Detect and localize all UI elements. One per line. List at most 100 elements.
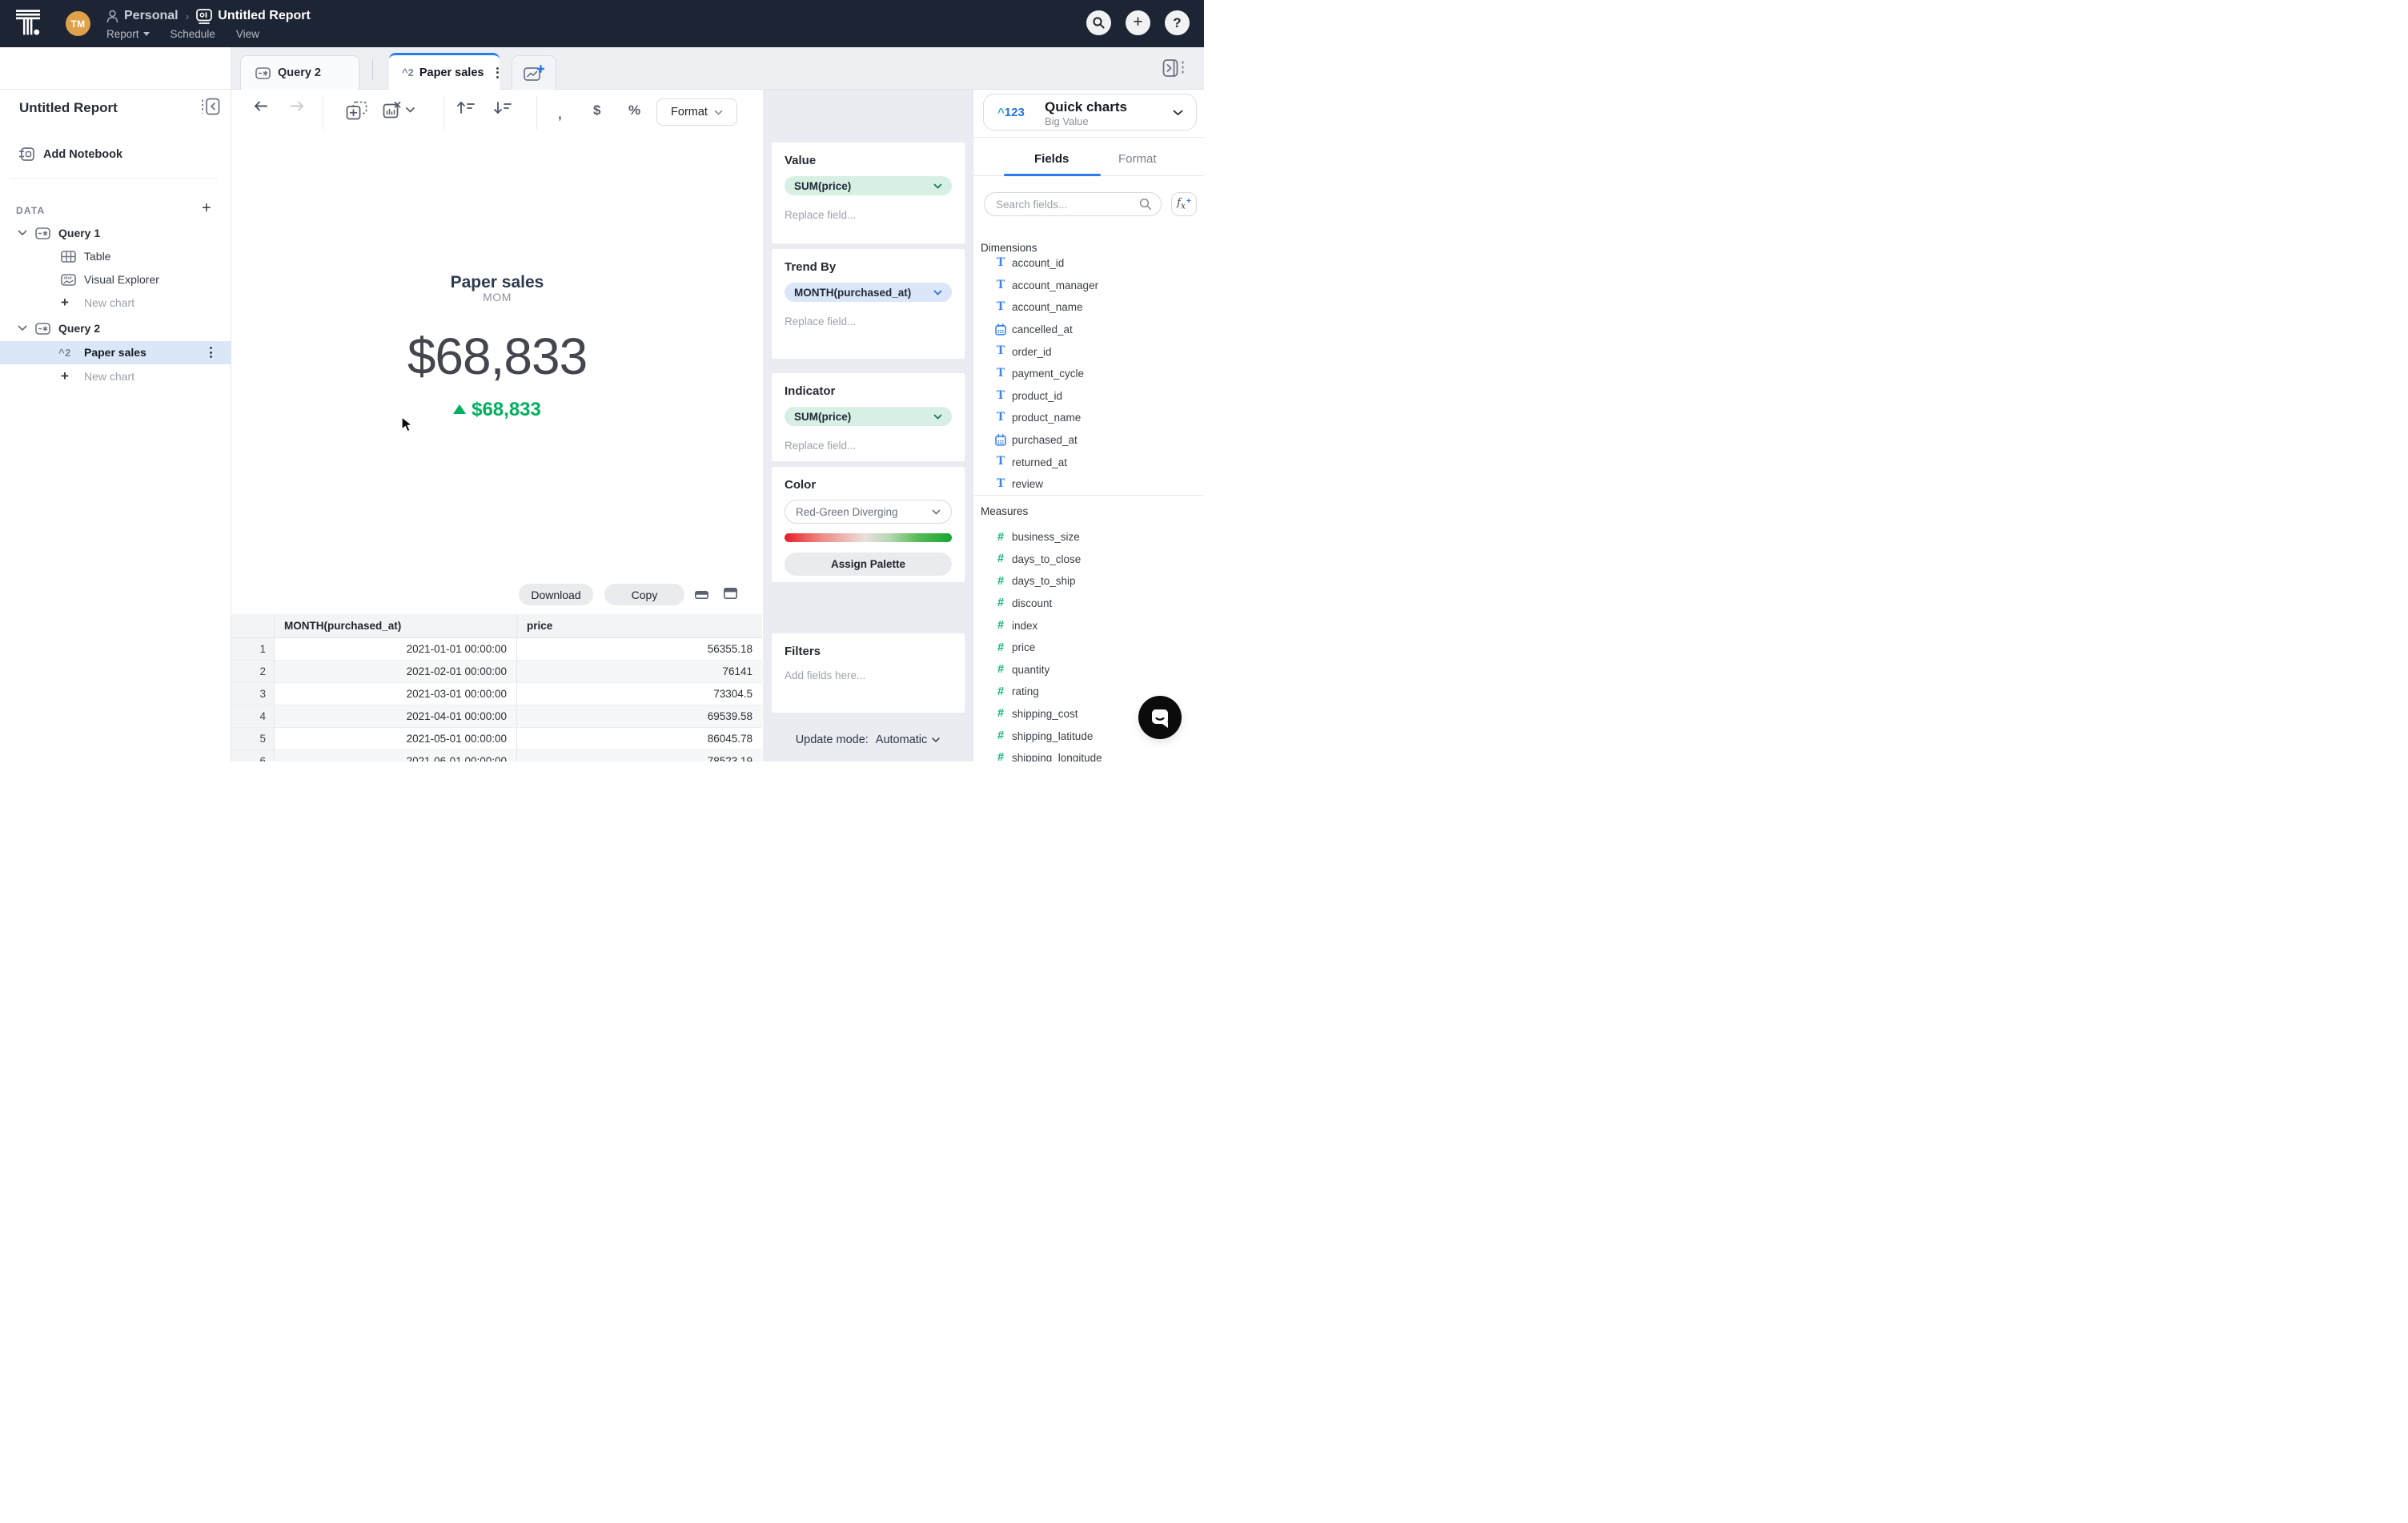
table-row[interactable]: 5 2021-05-01 00:00:00 86045.78 <box>231 727 762 750</box>
currency-format-button[interactable]: $ <box>593 103 600 117</box>
sidebar-item-new-chart-q1[interactable]: + New chart <box>0 291 231 315</box>
sidebar-item-new-chart-q2[interactable]: + New chart <box>0 365 231 388</box>
replace-field-placeholder[interactable]: Replace field... <box>785 440 952 452</box>
table-row[interactable]: 3 2021-03-01 00:00:00 73304.5 <box>231 682 762 705</box>
sidebar-item-table[interactable]: Table <box>0 245 231 268</box>
menu-view[interactable]: View <box>236 28 259 40</box>
column-header-price[interactable]: price <box>516 614 762 638</box>
number-field-icon: # <box>997 530 1005 544</box>
dimension-field-item[interactable]: T product_name <box>973 407 1204 429</box>
palette-select[interactable]: Red-Green Diverging <box>785 500 952 524</box>
chat-bubble-icon <box>1152 709 1168 728</box>
measure-field-item[interactable]: # discount <box>973 593 1204 615</box>
search-button[interactable] <box>1086 10 1111 35</box>
add-formula-button[interactable]: fx + <box>1171 192 1197 216</box>
sidebar-item-query1[interactable]: Query 1 <box>0 222 231 245</box>
dimension-field-item[interactable]: T purchased_at <box>973 429 1204 452</box>
sidebar-item-query2[interactable]: Query 2 <box>0 317 231 340</box>
tab-strip: Query 2 ^2 Paper sales <box>231 47 1204 90</box>
column-header-month[interactable]: MONTH(purchased_at) <box>274 614 517 638</box>
sidebar-item-paper-sales[interactable]: ^2 Paper sales <box>0 340 231 364</box>
tab-options-icon[interactable] <box>496 66 500 78</box>
table-row[interactable]: 1 2021-01-01 00:00:00 56355.18 <box>231 637 762 661</box>
comma-format-button[interactable]: , <box>558 107 562 121</box>
quick-charts-selector[interactable]: ^123 Quick charts Big Value <box>983 94 1197 131</box>
table-row[interactable]: 6 2021-06-01 00:00:00 78523.19 <box>231 749 762 762</box>
menu-report[interactable]: Report <box>106 28 150 40</box>
replace-field-placeholder[interactable]: Replace field... <box>785 315 952 328</box>
measure-field-item[interactable]: # days_to_close <box>973 549 1204 571</box>
value-field-pill[interactable]: SUM(price) <box>785 176 952 195</box>
dimension-field-item[interactable]: T account_manager <box>973 275 1204 297</box>
measure-field-item[interactable]: # price <box>973 637 1204 659</box>
percent-format-button[interactable]: % <box>628 103 640 117</box>
table-row[interactable]: 2 2021-02-01 00:00:00 76141 <box>231 660 762 683</box>
chevron-down-icon <box>933 183 942 188</box>
assign-palette-button[interactable]: Assign Palette <box>785 553 952 576</box>
divider <box>0 89 231 90</box>
more-options-icon[interactable] <box>210 347 212 358</box>
table-row[interactable]: 4 2021-04-01 00:00:00 69539.58 <box>231 705 762 728</box>
help-button[interactable]: ? <box>1165 10 1190 35</box>
text-field-icon: T <box>996 367 1005 380</box>
row-number-cell: 6 <box>231 749 275 762</box>
dimension-field-item[interactable]: T payment_cycle <box>973 363 1204 385</box>
undo-button[interactable] <box>253 100 268 112</box>
add-query-button[interactable]: + <box>202 199 211 218</box>
chevron-down-icon <box>933 290 942 295</box>
dimension-field-item[interactable]: T product_id <box>973 385 1204 408</box>
sort-descending-button[interactable] <box>492 100 512 115</box>
tab-query2[interactable]: Query 2 <box>240 55 359 90</box>
copy-button[interactable]: Copy <box>604 584 684 605</box>
search-icon <box>1093 17 1105 29</box>
update-mode-select[interactable]: Automatic <box>876 733 941 746</box>
chart-title: Paper sales <box>450 273 544 291</box>
chevron-down-icon[interactable] <box>18 230 27 236</box>
chat-widget-button[interactable] <box>1138 696 1182 739</box>
dimension-field-item[interactable]: T order_id <box>973 340 1204 363</box>
remove-column-button[interactable] <box>383 101 415 119</box>
tab-add-chart[interactable] <box>512 55 556 90</box>
dimension-field-item[interactable]: T account_id <box>973 252 1204 275</box>
measure-field-item[interactable]: # shipping_longitude <box>973 747 1204 762</box>
app-logo-icon[interactable] <box>16 10 40 36</box>
breadcrumb-report-title[interactable]: Untitled Report <box>218 9 311 23</box>
menu-schedule[interactable]: Schedule <box>171 28 215 40</box>
add-fields-placeholder[interactable]: Add fields here... <box>785 669 952 681</box>
dimension-field-item[interactable]: T account_name <box>973 296 1204 319</box>
avatar[interactable]: TM <box>66 11 90 36</box>
indicator-field-pill[interactable]: SUM(price) <box>785 407 952 426</box>
format-dropdown[interactable]: Format <box>656 98 737 126</box>
breadcrumb-workspace[interactable]: Personal <box>124 9 179 23</box>
table-icon <box>61 250 76 263</box>
measure-field-item[interactable]: # quantity <box>973 659 1204 681</box>
section-title: Filters <box>785 645 821 658</box>
measure-field-item[interactable]: # days_to_ship <box>973 570 1204 593</box>
redo-button[interactable] <box>290 100 305 112</box>
month-cell: 2021-02-01 00:00:00 <box>274 660 517 683</box>
number-field-icon: # <box>997 729 1005 742</box>
sidebar-item-visual-explorer[interactable]: Visual Explorer <box>0 268 231 291</box>
chevron-down-icon[interactable] <box>18 325 27 332</box>
tab-fields[interactable]: Fields <box>1034 152 1069 166</box>
sort-ascending-button[interactable] <box>456 100 476 115</box>
measure-field-item[interactable]: # business_size <box>973 526 1204 549</box>
collapse-sidebar-icon[interactable] <box>201 98 220 115</box>
collapse-table-icon[interactable] <box>695 591 708 599</box>
add-column-button[interactable] <box>346 101 367 120</box>
measure-field-item[interactable]: # index <box>973 614 1204 637</box>
expand-table-icon[interactable] <box>724 588 737 599</box>
dimension-field-item[interactable]: T returned_at <box>973 451 1204 473</box>
trend-by-field-pill[interactable]: MONTH(purchased_at) <box>785 283 952 302</box>
divider <box>536 96 537 130</box>
replace-field-placeholder[interactable]: Replace field... <box>785 209 952 221</box>
dimension-field-item[interactable]: T cancelled_at <box>973 319 1204 341</box>
collapse-right-panel-icon[interactable] <box>1162 58 1184 78</box>
dimension-field-item[interactable]: T review <box>973 473 1204 496</box>
add-notebook-button[interactable]: Add Notebook <box>19 147 122 161</box>
tab-paper-sales-active[interactable]: ^2 Paper sales <box>389 53 500 90</box>
add-button[interactable]: + <box>1126 10 1150 35</box>
download-button[interactable]: Download <box>519 584 593 605</box>
tab-format[interactable]: Format <box>1118 152 1157 166</box>
search-fields-input[interactable] <box>984 192 1162 216</box>
